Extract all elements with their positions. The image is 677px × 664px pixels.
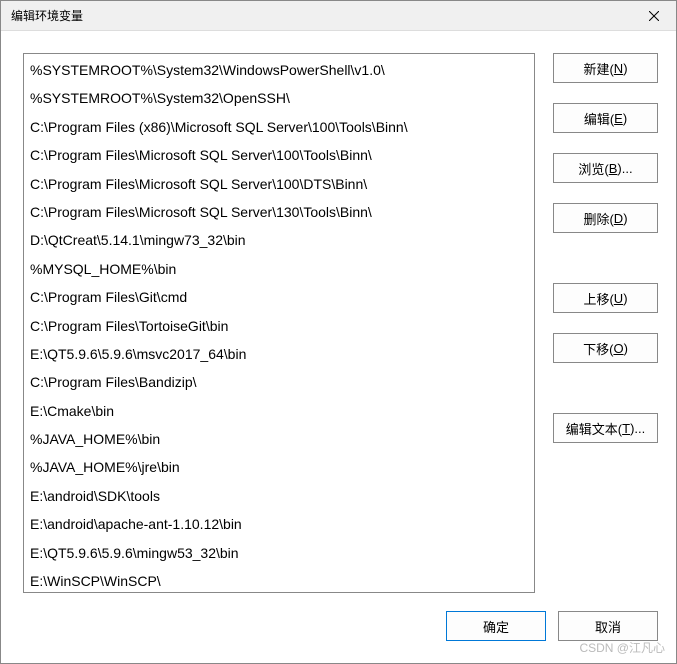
edit-button[interactable]: 编辑(E) xyxy=(553,103,658,133)
action-buttons-column: 新建(N) 编辑(E) 浏览(B)... 删除(D) 上移(U) 下移(O) 编… xyxy=(553,53,658,593)
list-item[interactable]: E:\Cmake\bin xyxy=(24,397,534,425)
list-item[interactable]: %SYSTEMROOT%\System32\WindowsPowerShell\… xyxy=(24,56,534,84)
list-item[interactable]: E:\android\SDK\tools xyxy=(24,482,534,510)
env-var-dialog: 编辑环境变量 %SYSTEMROOT%\System32\WindowsPowe… xyxy=(0,0,677,664)
move-down-button[interactable]: 下移(O) xyxy=(553,333,658,363)
list-item[interactable]: %SYSTEMROOT%\System32\OpenSSH\ xyxy=(24,84,534,112)
new-button[interactable]: 新建(N) xyxy=(553,53,658,83)
dialog-body: %SYSTEMROOT%\System32\WindowsPowerShell\… xyxy=(1,31,676,603)
list-item[interactable]: E:\QT5.9.6\5.9.6\msvc2017_64\bin xyxy=(24,340,534,368)
close-button[interactable] xyxy=(631,1,676,31)
cancel-button[interactable]: 取消 xyxy=(558,611,658,641)
list-item[interactable]: %JAVA_HOME%\bin xyxy=(24,425,534,453)
list-item[interactable]: C:\Program Files\Microsoft SQL Server\10… xyxy=(24,141,534,169)
list-item[interactable]: %MYSQL_HOME%\bin xyxy=(24,255,534,283)
ok-button[interactable]: 确定 xyxy=(446,611,546,641)
move-up-button[interactable]: 上移(U) xyxy=(553,283,658,313)
close-icon xyxy=(649,11,659,21)
title-bar: 编辑环境变量 xyxy=(1,1,676,31)
list-item[interactable]: E:\android\apache-ant-1.10.12\bin xyxy=(24,510,534,538)
dialog-footer: 确定 取消 xyxy=(1,603,676,663)
list-item[interactable]: %JAVA_HOME%\jre\bin xyxy=(24,453,534,481)
list-item[interactable]: E:\QT5.9.6\5.9.6\mingw53_32\bin xyxy=(24,539,534,567)
list-item[interactable]: C:\Program Files (x86)\Microsoft SQL Ser… xyxy=(24,113,534,141)
list-item[interactable]: E:\WinSCP\WinSCP\ xyxy=(24,567,534,593)
edit-text-button[interactable]: 编辑文本(T)... xyxy=(553,413,658,443)
browse-button[interactable]: 浏览(B)... xyxy=(553,153,658,183)
list-item[interactable]: C:\Program Files\Microsoft SQL Server\13… xyxy=(24,198,534,226)
dialog-title: 编辑环境变量 xyxy=(11,7,83,24)
list-item[interactable]: D:\QtCreat\5.14.1\mingw73_32\bin xyxy=(24,226,534,254)
list-item[interactable]: C:\Program Files\Git\cmd xyxy=(24,283,534,311)
list-item[interactable]: C:\Program Files\TortoiseGit\bin xyxy=(24,312,534,340)
delete-button[interactable]: 删除(D) xyxy=(553,203,658,233)
path-listbox[interactable]: %SYSTEMROOT%\System32\WindowsPowerShell\… xyxy=(23,53,535,593)
list-item[interactable]: C:\Program Files\Microsoft SQL Server\10… xyxy=(24,170,534,198)
list-item[interactable]: C:\Program Files\Bandizip\ xyxy=(24,368,534,396)
